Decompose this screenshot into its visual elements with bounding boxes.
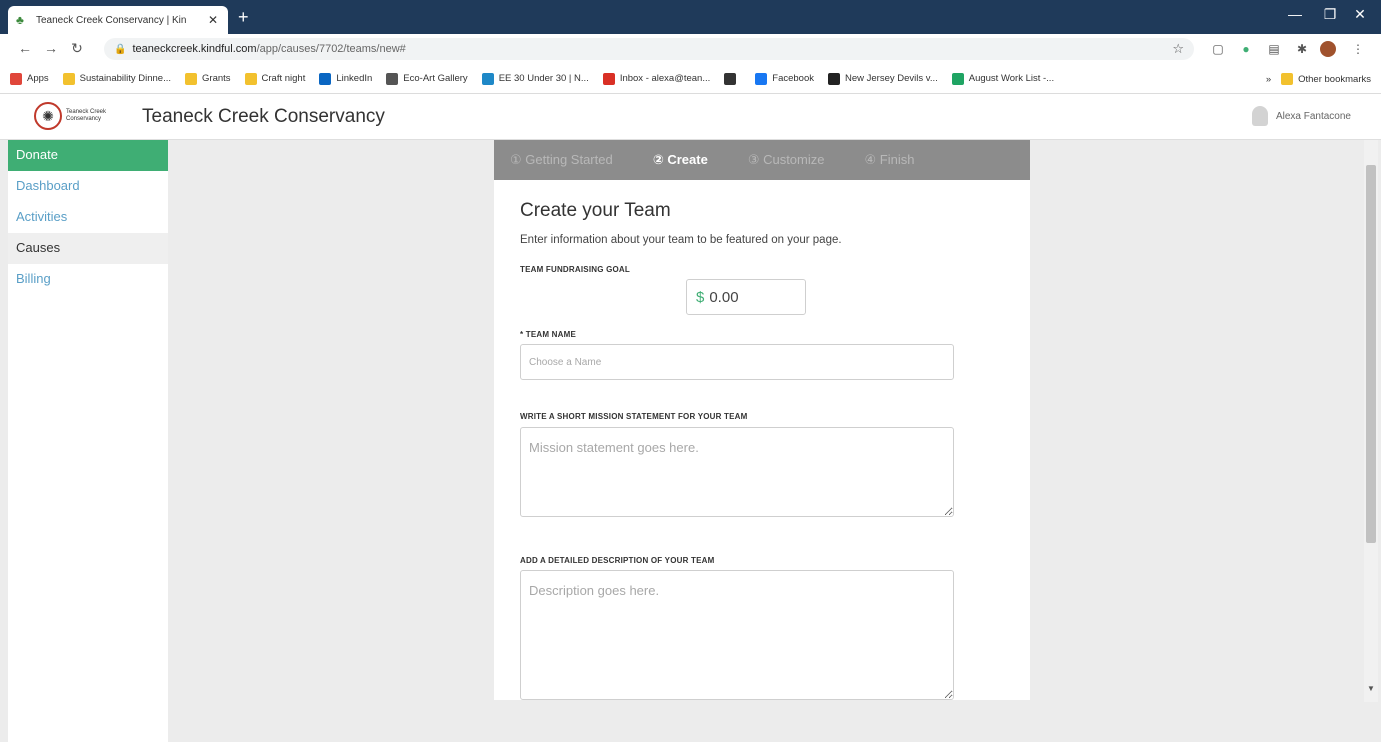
bookmark-icon (724, 72, 737, 85)
browser-tab[interactable]: ♣ Teaneck Creek Conservancy | Kin ✕ (8, 6, 228, 34)
back-icon[interactable]: ← (16, 40, 34, 56)
bookmark-item[interactable] (724, 72, 741, 85)
bookmark-icon (755, 72, 768, 85)
other-bookmarks[interactable]: Other bookmarks (1298, 74, 1371, 85)
extension-icon-2[interactable]: ▤ (1266, 41, 1282, 57)
profile-avatar-icon[interactable] (1320, 41, 1336, 57)
sidebar-item-donate[interactable]: Donate (8, 140, 168, 171)
bookmark-icon (62, 72, 75, 85)
new-tab-button[interactable]: + (238, 7, 249, 27)
bookmark-icon (10, 72, 22, 85)
browser-titlebar: ♣ Teaneck Creek Conservancy | Kin ✕ + — … (0, 0, 1381, 34)
bookmark-item[interactable]: Craft night (244, 72, 306, 85)
window-close-icon[interactable]: ✕ (1345, 6, 1375, 23)
forward-icon[interactable]: → (42, 40, 60, 56)
scrollbar-thumb[interactable] (1366, 165, 1376, 543)
address-bar[interactable]: 🔒 teaneckcreek.kindful.com /app/causes/7… (104, 38, 1194, 60)
bookmark-item[interactable]: Sustainability Dinne... (62, 72, 172, 85)
team-name-label: * Team Name (520, 330, 576, 339)
bookmark-item[interactable]: August Work List -... (951, 72, 1055, 85)
bookmark-item[interactable]: New Jersey Devils v... (828, 72, 938, 85)
reload-icon[interactable]: ↻ (68, 40, 86, 57)
bookmark-label: Sustainability Dinne... (79, 73, 172, 84)
extension-icon[interactable]: ▢ (1210, 41, 1226, 57)
description-label: Add a detailed description of your team (520, 556, 715, 565)
bookmark-item[interactable]: Facebook (755, 72, 814, 85)
logo-line2: Conservancy (66, 116, 102, 122)
tab-close-icon[interactable]: ✕ (206, 13, 220, 27)
sidebar-item-activities[interactable]: Activities (8, 202, 168, 233)
bookmark-icon (828, 72, 840, 85)
org-logo[interactable]: ✺ Teaneck Creek Conservancy (34, 98, 130, 134)
bookmark-label: Apps (27, 73, 49, 84)
step-customize[interactable]: ③ Customize (748, 152, 825, 168)
bookmarks-overflow-icon[interactable]: » (1266, 74, 1271, 85)
app-header: ✺ Teaneck Creek Conservancy Teaneck Cree… (0, 94, 1381, 140)
mission-textarea[interactable] (520, 427, 954, 517)
url-host: teaneckcreek.kindful.com (132, 43, 257, 55)
bookmark-item[interactable]: Grants (185, 72, 231, 85)
user-name: Alexa Fantacone (1275, 110, 1351, 122)
bookmark-icon (602, 72, 615, 85)
description-textarea[interactable] (520, 570, 954, 700)
currency-symbol: $ (696, 288, 705, 306)
minimize-icon[interactable]: — (1280, 6, 1310, 22)
sidebar-item-billing[interactable]: Billing (8, 264, 168, 295)
logo-mark-icon: ✺ (34, 102, 62, 130)
bookmark-item[interactable]: LinkedIn (319, 72, 373, 85)
tab-title: Teaneck Creek Conservancy | Kin (36, 14, 187, 26)
browser-toolbar: ← → ↻ 🔒 teaneckcreek.kindful.com /app/ca… (0, 34, 1381, 64)
step-finish[interactable]: ④ Finish (865, 152, 915, 168)
bookmark-icon (244, 72, 257, 85)
bookmark-icon (951, 72, 964, 85)
sidebar: Donate Dashboard Activities Causes Billi… (8, 140, 168, 742)
puzzle-icon[interactable]: ✱ (1294, 41, 1310, 57)
org-name: Teaneck Creek Conservancy (142, 106, 385, 127)
step-create[interactable]: ② Create (653, 152, 708, 168)
bookmark-item[interactable]: Inbox - alexa@tean... (602, 72, 711, 85)
mission-label: Write a short mission statement for your… (520, 412, 748, 421)
lock-icon: 🔒 (114, 43, 127, 55)
bookmark-label: August Work List -... (968, 73, 1055, 84)
bookmark-label: Craft night (261, 73, 306, 84)
logo-line1: Teaneck Creek (66, 109, 107, 115)
bookmark-label: Grants (202, 73, 231, 84)
bookmark-label: Facebook (772, 73, 814, 84)
bookmark-label: LinkedIn (336, 73, 373, 84)
bookmark-icon (481, 72, 494, 85)
bookmark-label: Eco-Art Gallery (403, 73, 468, 84)
bookmark-item[interactable]: Apps (10, 72, 49, 85)
extension-grammar-icon[interactable]: ● (1238, 41, 1254, 57)
user-menu[interactable]: Alexa Fantacone (1251, 106, 1351, 126)
goal-input[interactable]: $ 0.00 (686, 279, 806, 315)
team-name-input[interactable] (520, 344, 954, 380)
folder-icon (1281, 73, 1294, 85)
star-icon[interactable]: ☆ (1172, 41, 1184, 57)
bookmark-label: New Jersey Devils v... (845, 73, 938, 84)
bookmark-label: Inbox - alexa@tean... (619, 73, 711, 84)
user-avatar-icon (1251, 106, 1268, 126)
step-getting-started[interactable]: ① Getting Started (510, 152, 613, 168)
bookmark-icon (319, 72, 332, 85)
favicon-icon: ♣ (16, 13, 24, 27)
restore-icon[interactable]: ❐ (1315, 6, 1345, 23)
menu-dots-icon[interactable]: ⋮ (1350, 41, 1366, 57)
form-intro: Enter information about your team to be … (520, 234, 842, 246)
bookmark-label: EE 30 Under 30 | N... (498, 73, 589, 84)
sidebar-item-dashboard[interactable]: Dashboard (8, 171, 168, 202)
sidebar-item-causes[interactable]: Causes (8, 233, 168, 264)
bookmark-icon (386, 72, 399, 85)
bookmark-item[interactable]: EE 30 Under 30 | N... (481, 72, 589, 85)
scroll-down-icon[interactable]: ▼ (1366, 684, 1376, 693)
url-path: /app/causes/7702/teams/new# (256, 43, 406, 55)
bookmark-icon (185, 72, 198, 85)
form-title: Create your Team (520, 200, 671, 221)
goal-value: 0.00 (709, 288, 739, 306)
bookmarks-bar: Apps Sustainability Dinne... Grants Craft n… (0, 64, 1381, 94)
bookmark-item[interactable]: Eco-Art Gallery (386, 72, 468, 85)
goal-label: Team Fundraising Goal (520, 265, 630, 274)
create-team-card: ① Getting Started ② Create ③ Customize ④… (494, 140, 1030, 700)
wizard-steps: ① Getting Started ② Create ③ Customize ④… (494, 140, 1030, 180)
